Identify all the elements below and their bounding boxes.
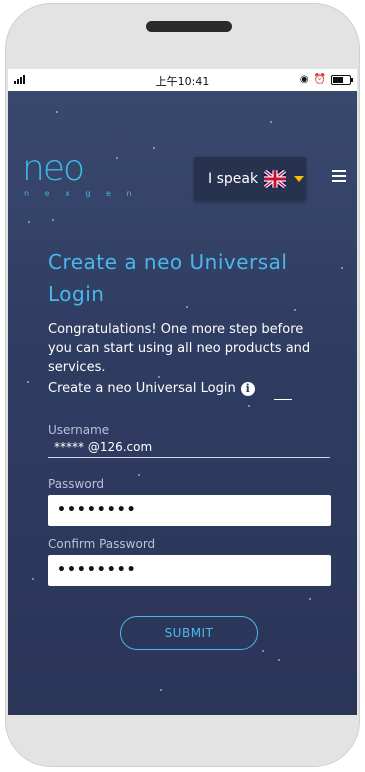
location-icon: ◉ [299, 74, 309, 85]
info-line: Create a neo Universal Login i [48, 381, 255, 396]
page-title: Create a neo Universal Login [48, 250, 288, 306]
password-label: Password [48, 477, 105, 491]
uk-flag-icon [264, 170, 287, 188]
status-bar: 上午10:41 ◉ ⏰ [8, 69, 357, 91]
language-label: I speak [208, 171, 259, 187]
username-field[interactable]: ***** @126.com [48, 440, 330, 458]
submit-button[interactable]: SUBMIT [120, 616, 258, 650]
info-icon[interactable]: i [240, 381, 255, 396]
intro-text: Congratulations! One more step before yo… [48, 322, 311, 375]
language-selector[interactable]: I speak [194, 157, 306, 201]
password-field[interactable]: •••••••• [48, 495, 331, 526]
confirm-password-label: Confirm Password [48, 537, 156, 551]
app-screen: 上午10:41 ◉ ⏰ neo n e x g e n I speak Crea… [8, 69, 357, 715]
phone-frame: 上午10:41 ◉ ⏰ neo n e x g e n I speak Crea… [5, 3, 360, 767]
info-text: Create a neo Universal Login [48, 381, 236, 396]
hamburger-menu-icon[interactable] [332, 170, 346, 185]
info-underline [274, 399, 292, 400]
neo-logo: neo n e x g e n [22, 148, 139, 199]
alarm-icon: ⏰ [313, 74, 326, 85]
chevron-down-icon [294, 176, 305, 182]
username-label: Username [48, 423, 110, 437]
confirm-password-field[interactable]: •••••••• [48, 555, 331, 586]
battery-icon [331, 74, 353, 85]
phone-speaker [146, 21, 232, 32]
